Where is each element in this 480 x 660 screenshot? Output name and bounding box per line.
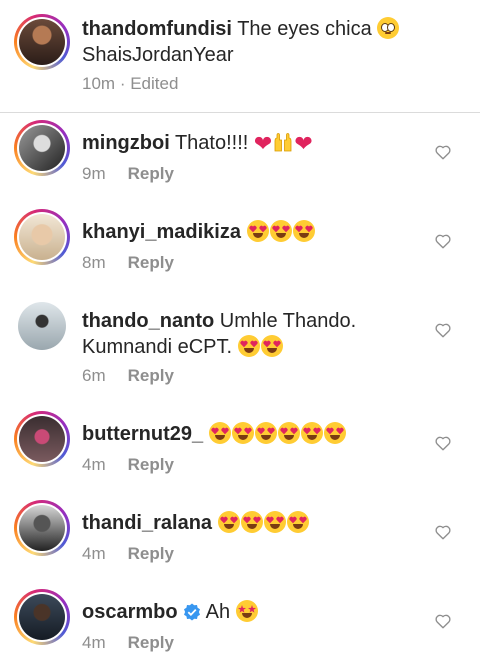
reply-button[interactable]: Reply xyxy=(128,366,174,385)
like-heart-icon[interactable] xyxy=(434,434,452,452)
heart-eyes-emoji-icon xyxy=(323,422,346,444)
like-heart-icon[interactable] xyxy=(434,321,452,339)
red-heart-emoji-icon: ❤ xyxy=(294,131,313,156)
heart-eyes-emoji-icon xyxy=(231,422,254,444)
caption-meta: 10m · Edited xyxy=(82,74,179,93)
comment-text: Thato!!!! xyxy=(174,132,249,154)
avatar xyxy=(19,594,65,640)
pleading-face-icon xyxy=(377,17,400,39)
heart-eyes-emoji-icon xyxy=(260,335,283,357)
avatar xyxy=(19,125,65,171)
comment-text: Umhle Thando. xyxy=(219,310,357,332)
heart-eyes-emoji-icon xyxy=(254,422,277,444)
avatar xyxy=(19,416,65,462)
heart-eyes-emoji-icon xyxy=(208,422,231,444)
comment-time: 4m xyxy=(82,633,106,652)
comment-meta: 4m Reply xyxy=(82,544,174,564)
comment-time: 4m xyxy=(82,455,106,474)
comment-username[interactable]: khanyi_madikiza xyxy=(82,221,241,243)
reply-button[interactable]: Reply xyxy=(128,633,174,652)
comment-avatar-ring[interactable] xyxy=(14,209,70,265)
heart-eyes-emoji-icon xyxy=(246,220,269,242)
comment-meta: 4m Reply xyxy=(82,455,174,475)
caption-edited: Edited xyxy=(130,74,179,93)
reply-button[interactable]: Reply xyxy=(128,544,174,563)
heart-eyes-emoji-icon xyxy=(237,335,260,357)
comment-body: mingzboi Thato!!!! ❤ ❤ xyxy=(82,130,424,157)
caption-avatar-ring[interactable] xyxy=(14,14,70,70)
heart-eyes-emoji-icon xyxy=(292,220,315,242)
comment-avatar-ring[interactable] xyxy=(14,298,70,354)
comment-text-line2: Kumnandi eCPT. xyxy=(82,336,233,358)
comment-body: thandi_ralana xyxy=(82,510,424,536)
like-heart-icon[interactable] xyxy=(434,143,452,161)
comment-meta: 8m Reply xyxy=(82,253,174,273)
verified-badge-icon xyxy=(184,603,201,621)
caption-text: thandomfundisi The eyes chica ShaisJorda… xyxy=(82,16,424,68)
heart-eyes-emoji-icon xyxy=(217,511,240,533)
comment-username[interactable]: butternut29_ xyxy=(82,423,203,445)
caption-time: 10m xyxy=(82,74,116,93)
caption-text-line1: The eyes chica xyxy=(237,18,372,40)
raising-hands-emoji-icon xyxy=(274,133,292,152)
red-heart-emoji-icon: ❤ xyxy=(253,131,273,156)
comment-meta: 6m Reply xyxy=(82,366,174,386)
comment-text: Ah xyxy=(205,601,231,623)
like-heart-icon[interactable] xyxy=(434,523,452,541)
comment-avatar-ring[interactable] xyxy=(14,500,70,556)
avatar xyxy=(19,505,65,551)
like-heart-icon[interactable] xyxy=(434,232,452,250)
comment-avatar-ring[interactable] xyxy=(14,120,70,176)
comment-meta: 4m Reply xyxy=(82,633,174,653)
caption-text-line2: ShaisJordanYear xyxy=(82,44,234,66)
comment-username[interactable]: oscarmbo xyxy=(82,601,178,623)
reply-button[interactable]: Reply xyxy=(128,164,174,183)
heart-eyes-emoji-icon xyxy=(286,511,309,533)
comment-meta: 9m Reply xyxy=(82,164,174,184)
star-struck-emoji-icon xyxy=(235,600,258,622)
comment-body: butternut29_ xyxy=(82,421,424,447)
comment-body: thando_nanto Umhle Thando. Kumnandi eCPT. xyxy=(82,308,424,360)
comment-time: 4m xyxy=(82,544,106,563)
like-heart-icon[interactable] xyxy=(434,612,452,630)
heart-eyes-emoji-icon xyxy=(277,422,300,444)
avatar xyxy=(19,19,65,65)
comment-avatar-ring[interactable] xyxy=(14,589,70,645)
comment-body: oscarmbo Ah xyxy=(82,599,424,625)
avatar xyxy=(19,214,65,260)
caption: thandomfundisi The eyes chica ShaisJorda… xyxy=(0,0,480,113)
heart-eyes-emoji-icon xyxy=(240,511,263,533)
reply-button[interactable]: Reply xyxy=(128,253,174,272)
comment-time: 6m xyxy=(82,366,106,385)
heart-eyes-emoji-icon xyxy=(300,422,323,444)
heart-eyes-emoji-icon xyxy=(269,220,292,242)
caption-username[interactable]: thandomfundisi xyxy=(82,18,232,40)
comment-body: khanyi_madikiza xyxy=(82,219,424,245)
reply-button[interactable]: Reply xyxy=(128,455,174,474)
comment-time: 8m xyxy=(82,253,106,272)
comment-username[interactable]: thandi_ralana xyxy=(82,512,212,534)
comment-time: 9m xyxy=(82,164,106,183)
avatar xyxy=(18,302,66,350)
comment-avatar-ring[interactable] xyxy=(14,411,70,467)
comment-username[interactable]: thando_nanto xyxy=(82,310,214,332)
comment-username[interactable]: mingzboi xyxy=(82,132,170,154)
heart-eyes-emoji-icon xyxy=(263,511,286,533)
